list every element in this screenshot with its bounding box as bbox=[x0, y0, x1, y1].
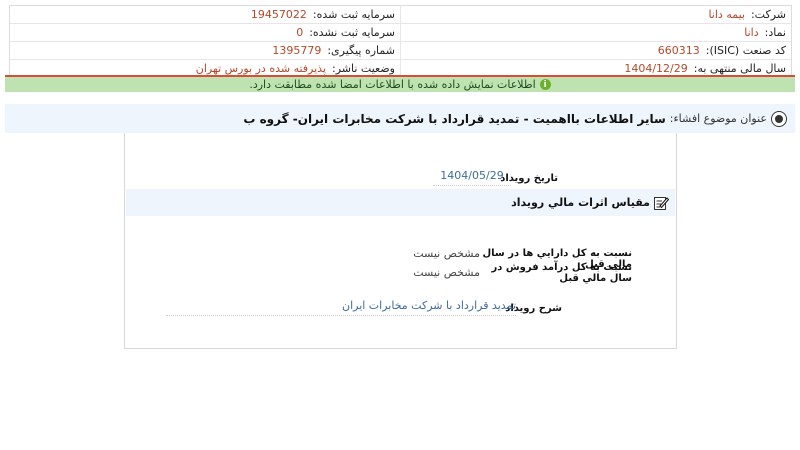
event-panel: تاريخ رويداد 1404/05/29 مقياس اثرات مالي… bbox=[124, 133, 677, 349]
event-date-value: 1404/05/29 bbox=[433, 169, 511, 186]
info-cell: نماد: دانا bbox=[400, 24, 791, 41]
fiscal-year-value: 1404/12/29 bbox=[624, 62, 688, 75]
isic-value: 660313 bbox=[657, 44, 700, 57]
tracking-number-label: شماره پیگیری: bbox=[327, 44, 395, 57]
tracking-number-value: 1395779 bbox=[272, 44, 322, 57]
company-info-table: شرکت: بیمه دانا سرمایه ثبت شده: 19457022 ن… bbox=[9, 5, 792, 78]
info-row: کد صنعت (ISIC): 660313 شماره پیگیری: 13957… bbox=[10, 42, 791, 60]
info-cell: سرمایه ثبت نشده: 0 bbox=[10, 24, 400, 41]
unregistered-capital-label: سرمایه ثبت نشده: bbox=[309, 26, 395, 39]
disclosure-subject: عنوان موضوع افشاء: سایر اطلاعات بااهمیت … bbox=[5, 104, 795, 133]
company-value: بیمه دانا bbox=[708, 8, 745, 21]
info-icon: i bbox=[539, 79, 551, 90]
registered-capital-label: سرمایه ثبت شده: bbox=[312, 8, 395, 21]
isic-label: کد صنعت (ISIC): bbox=[705, 44, 786, 57]
metric-label-revenue: نسبت به کل درآمد فروش در سال مالي قبل bbox=[491, 262, 632, 284]
symbol-label: نماد: bbox=[764, 26, 786, 39]
verification-notice: i اطلاعات نمایش داده شده با اطلاعات امضا… bbox=[5, 77, 795, 92]
registered-capital-value: 19457022 bbox=[250, 8, 307, 21]
info-cell: شماره پیگیری: 1395779 bbox=[10, 42, 400, 59]
unregistered-capital-value: 0 bbox=[296, 26, 304, 39]
info-row: شرکت: بیمه دانا سرمایه ثبت شده: 19457022 bbox=[10, 6, 791, 24]
financial-effects-header: مقياس اثرات مالي رويداد bbox=[126, 189, 675, 216]
edit-icon bbox=[654, 196, 669, 210]
metric-value-assets: مشخص نیست bbox=[413, 247, 480, 260]
company-label: شرکت: bbox=[750, 8, 786, 21]
subject-label: عنوان موضوع افشاء: bbox=[669, 112, 767, 125]
subject-value: سایر اطلاعات بااهمیت - تمدید قرارداد با … bbox=[243, 111, 666, 126]
symbol-value: دانا bbox=[744, 26, 759, 39]
publisher-status-label: وضعیت ناشر: bbox=[332, 62, 395, 75]
publisher-status-value: پذیرفته شده در بورس تهران bbox=[195, 62, 327, 75]
fiscal-year-label: سال مالی منتهی به: bbox=[693, 62, 786, 75]
section-title: مقياس اثرات مالي رويداد bbox=[511, 196, 650, 209]
info-cell: سرمایه ثبت شده: 19457022 bbox=[10, 6, 400, 23]
info-cell: کد صنعت (ISIC): 660313 bbox=[400, 42, 791, 59]
notice-text: اطلاعات نمایش داده شده با اطلاعات امضا ش… bbox=[249, 78, 536, 91]
target-icon bbox=[771, 110, 787, 127]
metric-value-revenue: مشخص نیست bbox=[413, 266, 480, 279]
description-value: تمدید قرارداد با شرکت مخابرات ایران bbox=[166, 299, 516, 316]
info-cell: شرکت: بیمه دانا bbox=[400, 6, 791, 23]
info-row: نماد: دانا سرمایه ثبت نشده: 0 bbox=[10, 24, 791, 42]
